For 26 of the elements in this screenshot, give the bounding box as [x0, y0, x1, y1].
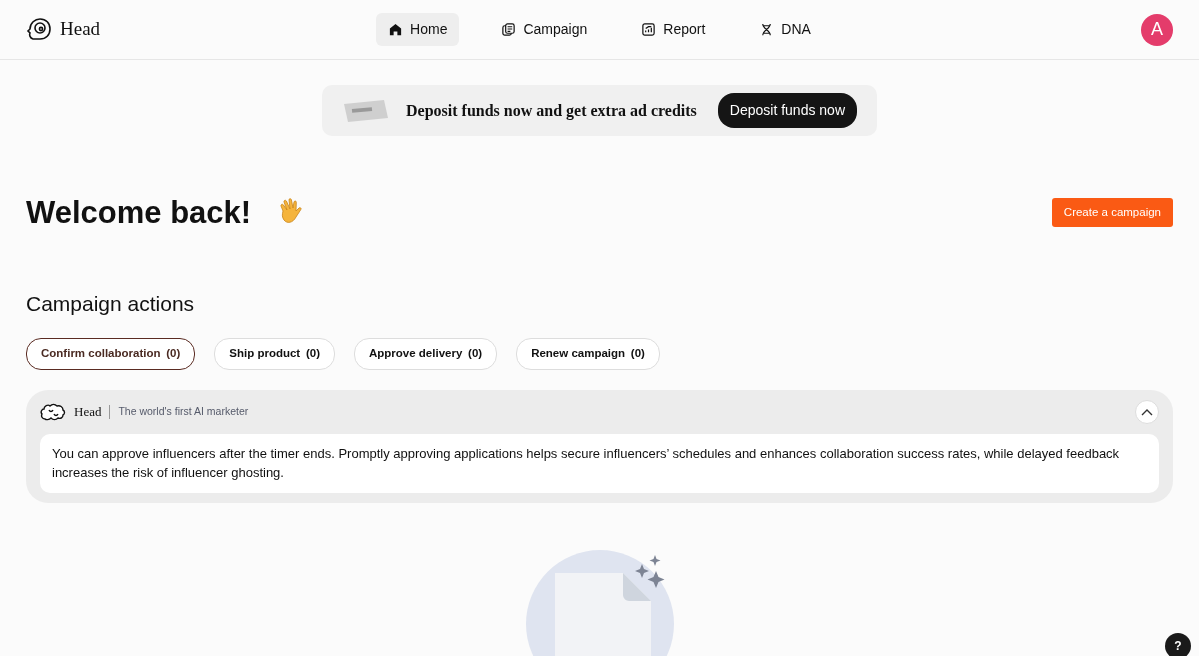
- help-button[interactable]: ?: [1165, 633, 1191, 656]
- chevron-icon: [1141, 407, 1153, 416]
- filter-tab[interactable]: Renew campaign (0): [516, 338, 660, 370]
- nav-tab[interactable]: Report: [629, 13, 718, 46]
- chart-icon: [641, 22, 657, 37]
- section-title: Campaign actions: [26, 291, 196, 317]
- deposit-button[interactable]: Deposit funds now: [717, 93, 857, 128]
- documents-icon: [501, 22, 517, 37]
- nav-tab[interactable]: DNA: [747, 13, 823, 46]
- filter-tab[interactable]: Confirm collaboration (0): [26, 338, 196, 370]
- assistant-tagline: The world's first AI marketer: [118, 403, 249, 419]
- banner-text: Deposit funds now and get extra ad credits: [406, 100, 697, 122]
- nav-tab[interactable]: Home: [376, 13, 460, 46]
- collapse-button[interactable]: [1135, 399, 1159, 424]
- filter-tab[interactable]: Ship product (0): [214, 338, 335, 370]
- brain-icon: [40, 401, 66, 422]
- filter-tab[interactable]: Approve delivery (0): [354, 338, 498, 370]
- ticket-icon: [342, 97, 390, 124]
- user-avatar[interactable]: A: [1141, 13, 1173, 46]
- nav-tab[interactable]: Campaign: [489, 13, 600, 46]
- brand-name: Head: [60, 17, 101, 42]
- home-icon: [388, 22, 404, 37]
- welcome-title: Welcome back!: [26, 194, 252, 232]
- assistant-name: Head: [74, 402, 102, 421]
- assistant-message: You can approve influencers after the timer ends. Promptly approving applications helps secure influencers’ schedules and enhances collaboration success rates, while delayed feedback increases the risk of influencer ghosting.: [40, 433, 1159, 493]
- logo-icon: [26, 16, 52, 43]
